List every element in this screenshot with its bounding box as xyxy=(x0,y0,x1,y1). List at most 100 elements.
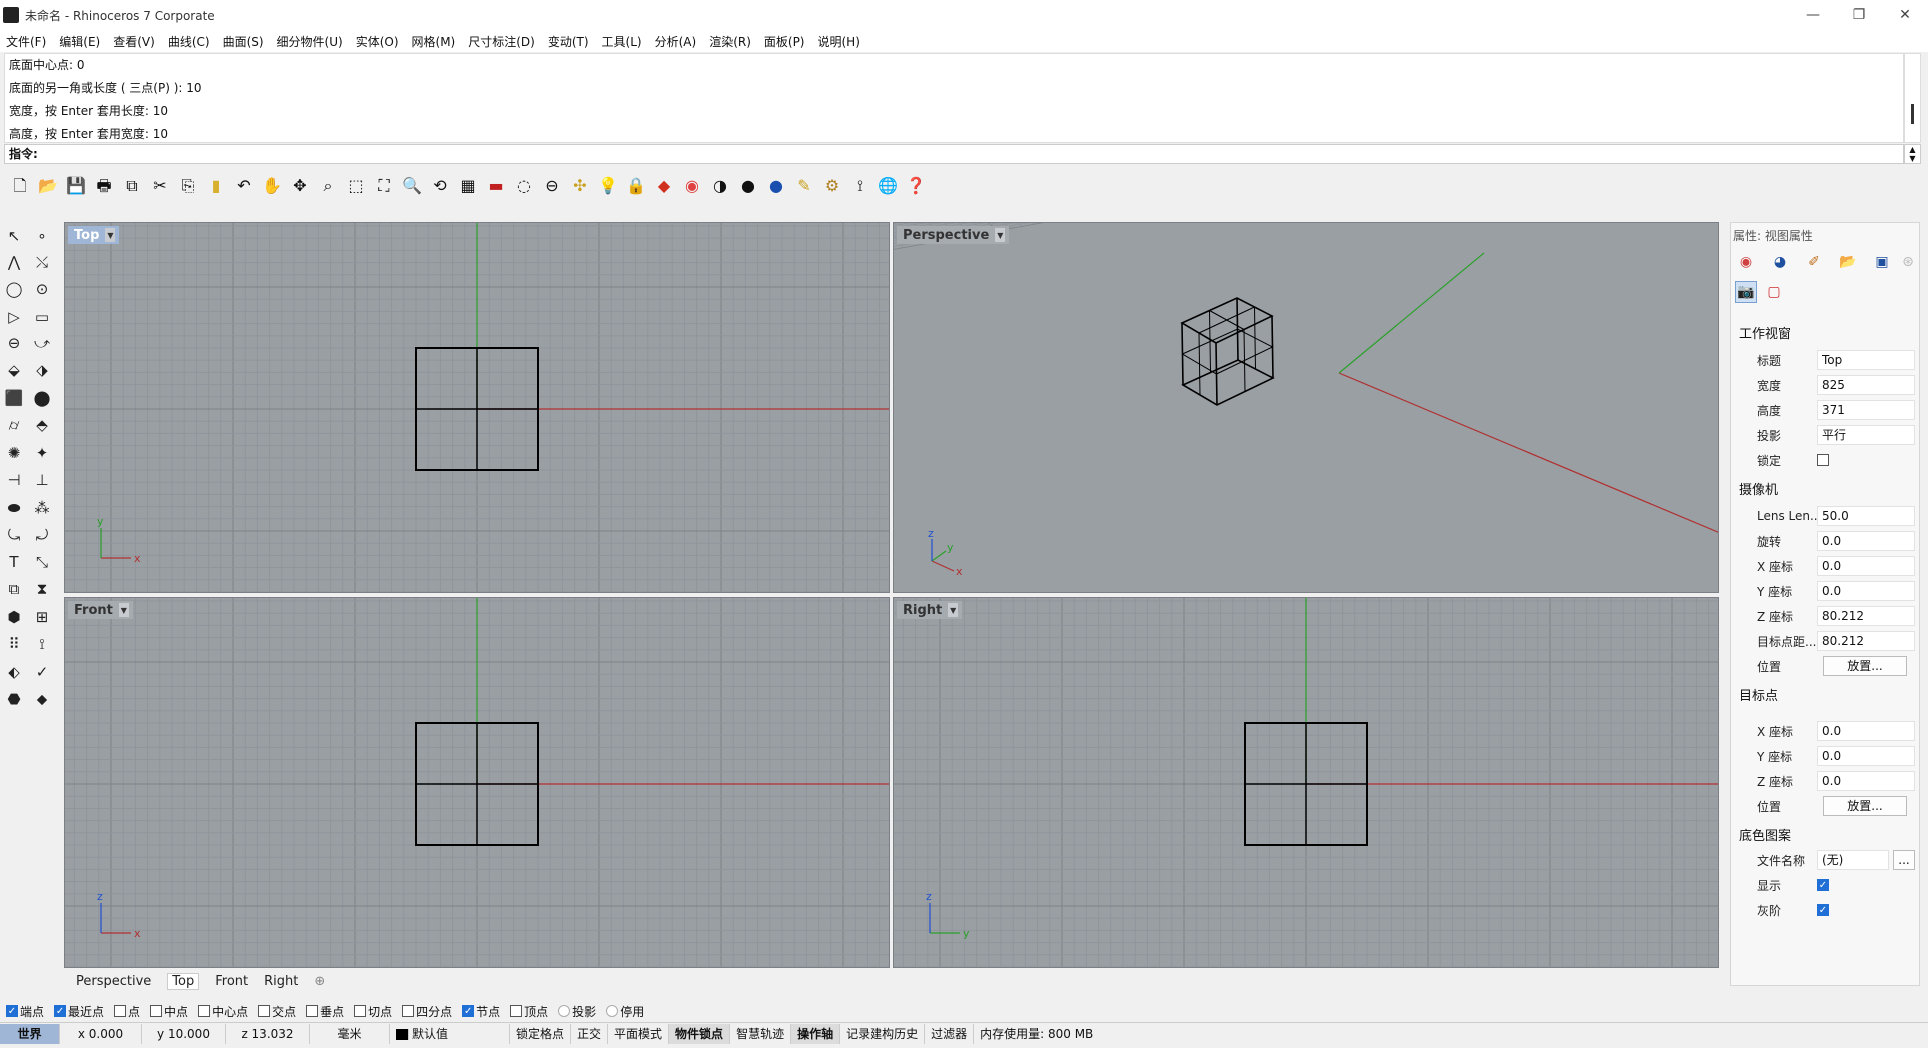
history-scrollbar[interactable] xyxy=(1904,53,1921,143)
osnap-checkbox[interactable] xyxy=(198,1005,211,1017)
viewport-menu-arrow-icon[interactable]: ▼ xyxy=(948,603,959,617)
layer-icon[interactable]: ◆ xyxy=(652,174,676,198)
viewport-tab-icon[interactable]: ▢ xyxy=(1763,281,1785,303)
osnap-8[interactable]: 四分点 xyxy=(402,1003,452,1020)
menu-transform[interactable]: 变动(T) xyxy=(548,33,589,50)
rotate-view-icon[interactable]: ✥ xyxy=(288,174,312,198)
render-mesh-icon[interactable]: ✺ xyxy=(2,441,26,465)
osnap-6[interactable]: 垂点 xyxy=(306,1003,344,1020)
point-icon[interactable]: ∘ xyxy=(30,224,54,248)
tab-perspective[interactable]: Perspective xyxy=(76,974,151,989)
wallpaper-filename-field[interactable]: (无) xyxy=(1817,850,1889,870)
measure-icon[interactable]: ⟟ xyxy=(30,632,54,656)
menu-edit[interactable]: 编辑(E) xyxy=(59,33,100,50)
viewport-menu-arrow-icon[interactable]: ▼ xyxy=(995,228,1006,242)
menu-help[interactable]: 说明(H) xyxy=(818,33,860,50)
dimension-icon[interactable]: ⤡ xyxy=(30,550,54,574)
osnap-10[interactable]: 顶点 xyxy=(510,1003,548,1020)
color-wheel-icon[interactable]: ◉ xyxy=(680,174,704,198)
wallpaper-gray-checkbox[interactable]: ✓ xyxy=(1817,904,1829,916)
paste-icon[interactable]: ▮ xyxy=(204,174,228,198)
osnap-3[interactable]: 中点 xyxy=(150,1003,188,1020)
viewport-title-front[interactable]: Front ▼ xyxy=(68,601,133,619)
osnap-12[interactable]: 停用 xyxy=(606,1003,644,1020)
properties-icon[interactable]: ✎ xyxy=(792,174,816,198)
menu-mesh[interactable]: 网格(M) xyxy=(412,33,456,50)
polyline-icon[interactable]: ⋀ xyxy=(2,250,26,274)
osnap-checkbox[interactable] xyxy=(510,1005,523,1017)
viewport-prop-value-field[interactable]: Top xyxy=(1817,350,1915,370)
globe-icon[interactable]: 🌐 xyxy=(876,174,900,198)
light-bulb-icon[interactable]: 💡 xyxy=(596,174,620,198)
import-icon[interactable]: ⧉ xyxy=(120,174,144,198)
osnap-checkbox[interactable] xyxy=(258,1005,271,1017)
boolean-union-icon[interactable]: ⬤ xyxy=(30,386,54,410)
cut-icon[interactable]: ✂ xyxy=(148,174,172,198)
viewport-title-perspective[interactable]: Perspective ▼ xyxy=(897,226,1010,244)
target-prop-value-field[interactable]: 0.0 xyxy=(1817,746,1915,766)
scroll-thumb[interactable] xyxy=(1911,104,1914,124)
osnap-4[interactable]: 中心点 xyxy=(198,1003,248,1020)
material-icon[interactable]: ⬥ xyxy=(30,687,54,711)
distance-icon[interactable]: ⊞ xyxy=(30,605,54,629)
copy-icon[interactable]: ⎘ xyxy=(176,174,200,198)
brush-tab-icon[interactable]: ✐ xyxy=(1803,251,1825,273)
offset-surface-icon[interactable]: ⤾ xyxy=(30,523,54,547)
four-viewports-icon[interactable]: ▦ xyxy=(456,174,480,198)
command-input[interactable]: 指令: xyxy=(4,144,1904,164)
osnap-checkbox[interactable] xyxy=(150,1005,163,1017)
ungroup-icon[interactable]: ⁂ xyxy=(30,496,54,520)
tab-top[interactable]: Top xyxy=(167,972,200,990)
close-button[interactable]: ✕ xyxy=(1882,0,1928,30)
open-folder-icon[interactable]: 📂 xyxy=(36,174,60,198)
target-prop-value-field[interactable]: 0.0 xyxy=(1817,771,1915,791)
gumball-icon[interactable]: ⟟ xyxy=(848,174,872,198)
camera-prop-value-field[interactable]: 80.212 xyxy=(1817,631,1915,651)
rendered-sphere-icon[interactable]: ● xyxy=(764,174,788,198)
array-icon[interactable]: ⧉ xyxy=(2,577,26,601)
fillet-curve-icon[interactable]: ⊖ xyxy=(2,331,26,355)
undo-icon[interactable]: ↶ xyxy=(232,174,256,198)
display-tab-icon[interactable]: ▣ xyxy=(1871,251,1893,273)
viewport-prop-value-field[interactable]: 825 xyxy=(1817,375,1915,395)
osnap-11[interactable]: 投影 xyxy=(558,1003,596,1020)
osnap-checkbox[interactable] xyxy=(606,1005,619,1017)
cylinder-icon[interactable]: ⌭ xyxy=(2,413,26,437)
panel-options-icon[interactable]: ⊛ xyxy=(1897,251,1919,273)
camera-prop-value-field[interactable]: 0.0 xyxy=(1817,556,1915,576)
zoom-extents-icon[interactable]: ⛶ xyxy=(372,174,396,198)
box-solid-icon[interactable]: ⬛ xyxy=(2,386,26,410)
osnap-1[interactable]: ✓ 最近点 xyxy=(54,1003,104,1020)
wallpaper-show-checkbox[interactable]: ✓ xyxy=(1817,879,1829,891)
wallpaper-browse-button[interactable]: ... xyxy=(1893,850,1915,870)
cube-bottom-face[interactable] xyxy=(1181,359,1275,406)
circle-icon[interactable]: ◯ xyxy=(2,277,26,301)
osnap-2[interactable]: 点 xyxy=(114,1003,140,1020)
menu-file[interactable]: 文件(F) xyxy=(6,33,46,50)
curve-cv-icon[interactable]: ⤯ xyxy=(30,250,54,274)
menu-surface[interactable]: 曲面(S) xyxy=(223,33,264,50)
viewport-perspective[interactable]: xyz Perspective ▼ xyxy=(893,222,1719,593)
viewport-menu-arrow-icon[interactable]: ▼ xyxy=(105,228,116,242)
car-icon[interactable]: ▬ xyxy=(484,174,508,198)
camera-place-button[interactable]: 放置... xyxy=(1823,656,1907,676)
mesh-plane-icon[interactable]: ⬘ xyxy=(30,413,54,437)
camera-tab-icon[interactable]: 📷 xyxy=(1735,281,1757,303)
solid-edit-icon[interactable]: ⬢ xyxy=(2,605,26,629)
status-toggle[interactable]: 正交 xyxy=(571,1023,609,1044)
menu-analyze[interactable]: 分析(A) xyxy=(655,33,697,50)
menu-render[interactable]: 渲染(R) xyxy=(709,33,751,50)
viewport-prop-value-field[interactable]: 371 xyxy=(1817,400,1915,420)
menu-subd[interactable]: 细分物件(U) xyxy=(277,33,343,50)
osnap-checkbox[interactable] xyxy=(306,1005,319,1017)
polygon-icon[interactable]: ▷ xyxy=(2,305,26,329)
render-sphere-icon[interactable]: ● xyxy=(736,174,760,198)
target-prop-value-field[interactable]: 0.0 xyxy=(1817,721,1915,741)
ellipse-icon[interactable]: ⊙ xyxy=(30,277,54,301)
status-toggle[interactable]: 物件锁点 xyxy=(669,1023,731,1044)
osnap-0[interactable]: ✓ 端点 xyxy=(6,1003,44,1020)
osnap-checkbox[interactable]: ✓ xyxy=(54,1005,67,1017)
osnap-checkbox[interactable] xyxy=(558,1005,571,1017)
zoom-selected-icon[interactable]: 🔍 xyxy=(400,174,424,198)
object-properties-icon[interactable]: ◉ xyxy=(1735,251,1757,273)
